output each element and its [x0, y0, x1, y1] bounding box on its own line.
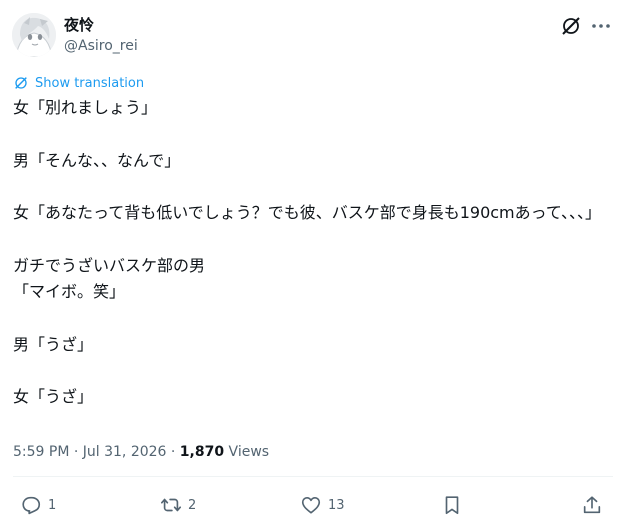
- show-translation-label: Show translation: [35, 75, 145, 91]
- like-count: 13: [328, 497, 345, 513]
- bookmark-button[interactable]: [441, 494, 463, 516]
- tweet-text: 女「別れましょう」 男「そんな、、なんで」 女「あなたって背も低いでしょう？でも…: [13, 98, 602, 407]
- like-button[interactable]: 13: [300, 494, 345, 516]
- author-display-name[interactable]: 夜怜: [64, 15, 94, 35]
- tweet-timestamp[interactable]: 5:59 PM · Jul 31, 2026 ·: [13, 444, 180, 460]
- repost-count: 2: [188, 497, 197, 513]
- avatar[interactable]: [12, 13, 56, 57]
- reply-icon: [22, 496, 41, 515]
- more-icon[interactable]: [589, 14, 613, 38]
- reply-count: 1: [48, 497, 57, 513]
- divider: [13, 476, 613, 477]
- show-translation-link[interactable]: Show translation: [13, 75, 144, 91]
- tweet-meta: 5:59 PM · Jul 31, 2026 · 1,870 Views: [13, 442, 269, 462]
- views-label: Views: [224, 444, 270, 460]
- bookmark-icon: [445, 496, 459, 515]
- author-handle[interactable]: @Asiro_rei: [64, 37, 138, 55]
- share-icon: [583, 496, 601, 514]
- share-button[interactable]: [581, 494, 603, 516]
- grok-icon[interactable]: [559, 14, 583, 38]
- views-count: 1,870: [179, 444, 225, 460]
- repost-button[interactable]: 2: [160, 494, 196, 516]
- reply-button[interactable]: 1: [20, 494, 56, 516]
- translate-icon: [15, 77, 27, 89]
- heart-icon: [301, 497, 321, 514]
- repost-icon: [161, 498, 181, 512]
